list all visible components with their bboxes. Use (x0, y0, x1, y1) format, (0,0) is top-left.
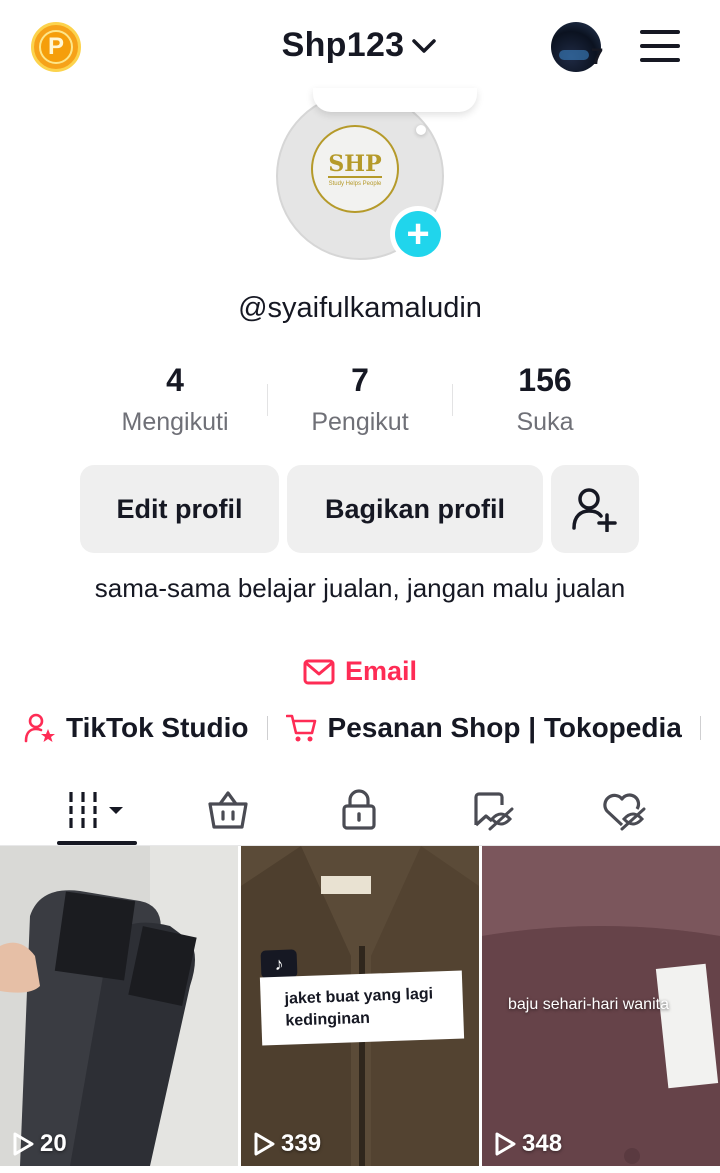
mail-icon (303, 659, 335, 684)
repost-hidden-icon (474, 792, 514, 831)
link-label: Pesanan Shop | Tokopedia (327, 712, 682, 743)
stat-followers[interactable]: 7 Pengikut (270, 362, 450, 437)
add-friend-button[interactable] (551, 465, 639, 553)
profile-links-row: TikTok Studio Pesanan Shop | Tokopedia (24, 706, 720, 750)
add-story-button[interactable]: + (390, 206, 446, 262)
video-thumbnail[interactable]: 20 (0, 846, 238, 1166)
video-thumbnail[interactable]: ♪ jaket buat yang lagi kedinginan 339 (241, 846, 479, 1166)
tab-shop[interactable] (188, 780, 268, 840)
play-icon (13, 1132, 34, 1156)
tab-private[interactable] (319, 780, 399, 840)
account-name: Shp123 (281, 26, 405, 64)
stat-divider (452, 384, 453, 416)
content-tabs (0, 770, 720, 846)
cart-icon (285, 714, 316, 742)
chevron-down-icon (412, 38, 437, 53)
view-count-value: 20 (40, 1130, 67, 1157)
stat-label: Pengikut (311, 408, 409, 436)
tiktok-logo-icon: ♪ (260, 949, 298, 979)
menu-button[interactable] (640, 30, 680, 62)
video-caption: baju sehari-hari wanita (508, 996, 669, 1013)
tokopedia-orders-link[interactable]: Pesanan Shop | Tokopedia (285, 712, 682, 744)
stat-following[interactable]: 4 Mengikuti (85, 362, 265, 437)
stat-divider (267, 384, 268, 416)
note-bubble[interactable] (313, 88, 477, 112)
liked-hidden-icon (603, 793, 646, 831)
play-icon (254, 1132, 275, 1156)
stat-label: Mengikuti (121, 408, 229, 436)
video-grid: 20 ♪ jaket buat yang lagi kedinginan 339… (0, 846, 720, 1173)
shopping-bag-icon (208, 791, 248, 829)
video-caption: jaket buat yang lagi kedinginan (259, 970, 465, 1046)
logo-tagline: Study Helps People (328, 180, 382, 187)
stat-label: Suka (516, 408, 574, 436)
account-switcher[interactable]: Shp123 (0, 26, 720, 65)
note-bubble-dot (416, 125, 426, 135)
stat-value: 156 (518, 362, 572, 398)
add-user-icon (572, 488, 617, 532)
top-bar: P Shp123 7 (0, 0, 720, 92)
stat-value: 7 (351, 362, 369, 398)
stat-value: 4 (166, 362, 184, 398)
view-count: 20 (12, 1130, 67, 1158)
active-tab-indicator (57, 841, 137, 845)
plus-icon: + (395, 211, 441, 257)
email-label: Email (344, 656, 418, 686)
link-label: TikTok Studio (66, 712, 249, 743)
video-thumbnail[interactable]: baju sehari-hari wanita 348 (482, 846, 720, 1166)
shp-logo: SHP Study Helps People (311, 125, 399, 213)
view-count: 339 (253, 1130, 321, 1158)
email-link[interactable]: Email (0, 656, 720, 687)
tab-reposts[interactable] (452, 780, 532, 840)
tiktok-studio-link[interactable]: TikTok Studio (24, 712, 249, 744)
notification-count: 7 (591, 44, 604, 69)
tab-videos[interactable] (57, 780, 137, 840)
stat-likes[interactable]: 156 Suka (455, 362, 635, 437)
profile-bio: sama-sama belajar jualan, jangan malu ju… (94, 573, 626, 603)
edit-profile-button[interactable]: Edit profil (80, 465, 279, 553)
play-icon (495, 1132, 516, 1156)
link-divider (266, 716, 268, 740)
view-count-value: 348 (522, 1130, 563, 1157)
tab-liked[interactable] (583, 780, 663, 840)
socks-photo (0, 846, 238, 1166)
profile-stats: 4 Mengikuti 7 Pengikut 156 Suka (0, 362, 720, 442)
logo-text: SHP (328, 150, 382, 178)
share-profile-button[interactable]: Bagikan profil (287, 465, 543, 553)
username: @syaifulkamaludin (238, 292, 482, 324)
hamburger-icon (640, 30, 680, 34)
view-count: 348 (494, 1130, 562, 1158)
view-count-value: 339 (281, 1130, 322, 1157)
link-divider (699, 716, 701, 740)
user-star-icon (24, 713, 55, 743)
grid-icon (69, 792, 123, 828)
lock-icon (342, 789, 376, 830)
